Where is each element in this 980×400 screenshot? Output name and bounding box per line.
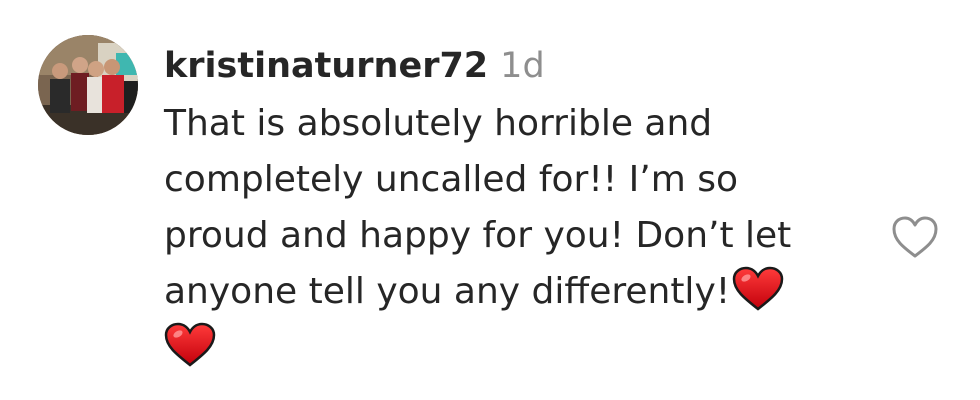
- red-heart-emoji-icon: [732, 266, 784, 311]
- comment-text-line: anyone tell you any differently!: [164, 271, 731, 312]
- avatar-photo: [38, 35, 138, 135]
- comment-text-line: That is absolutely horrible and: [164, 103, 713, 144]
- comment-text-line: proud and happy for you! Don’t let: [164, 215, 792, 256]
- comment-text-line-with-emoji: anyone tell you any differently!: [164, 264, 864, 320]
- comment-timestamp[interactable]: 1d: [500, 46, 545, 86]
- username-link[interactable]: kristinaturner72: [164, 46, 488, 86]
- comment-body: That is absolutely horrible and complete…: [164, 96, 864, 376]
- comment-text-line-emoji-only: [164, 320, 864, 376]
- like-comment-button[interactable]: [890, 214, 940, 262]
- comment-header: kristinaturner72 1d: [164, 42, 545, 90]
- heart-outline-icon: [892, 216, 938, 258]
- comment-text-line: completely uncalled for!! I’m so: [164, 159, 738, 200]
- avatar[interactable]: [38, 35, 138, 135]
- comment-item: kristinaturner72 1d That is absolutely ho…: [0, 0, 980, 400]
- red-heart-emoji-icon: [164, 322, 216, 367]
